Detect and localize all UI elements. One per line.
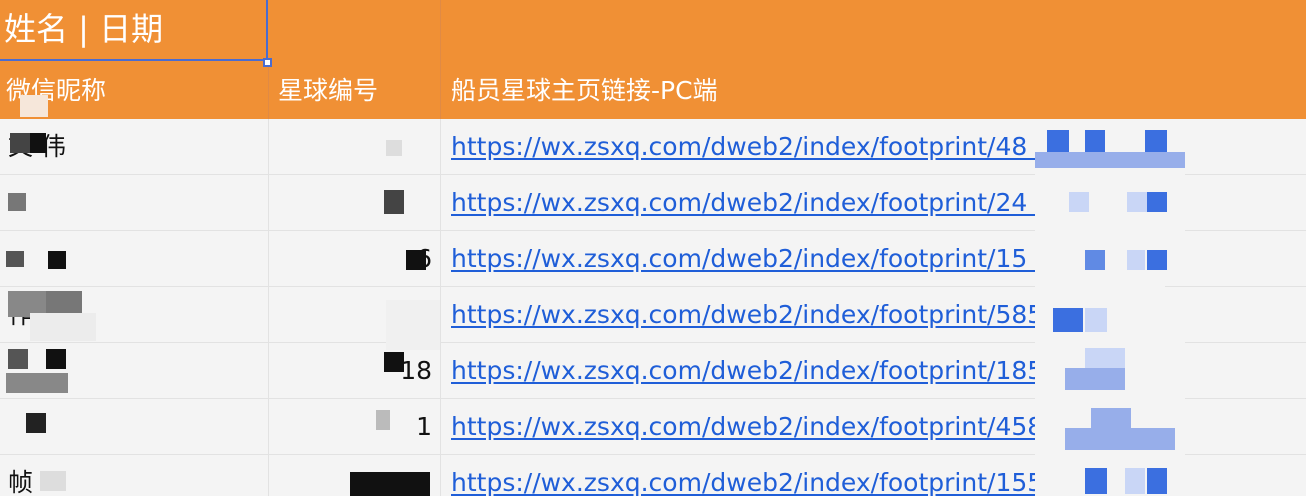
column-divider	[440, 0, 441, 63]
homepage-link[interactable]: https://wx.zsxq.com/dweb2/index/footprin…	[441, 287, 1306, 342]
column-divider	[268, 63, 269, 119]
number-cell[interactable]: 339	[269, 287, 440, 342]
header-planet-number[interactable]: 星球编号	[272, 63, 440, 119]
number-cell[interactable]: 1	[269, 399, 440, 454]
homepage-link[interactable]: https://wx.zsxq.com/dweb2/index/footprin…	[441, 175, 1306, 230]
table-body: 文 伟 1 1 https://wx.zsxq.com/dweb2/index/…	[0, 119, 1306, 496]
nickname-cell[interactable]: t	[0, 175, 268, 230]
number-cell[interactable]: 2	[269, 175, 440, 230]
nickname-cell[interactable]	[0, 343, 268, 398]
nickname-cell[interactable]	[0, 231, 268, 286]
column-divider	[440, 63, 441, 119]
table-row: 作矩阵 339 https://wx.zsxq.com/dweb2/index/…	[0, 287, 1306, 343]
homepage-link[interactable]: https://wx.zsxq.com/dweb2/index/footprin…	[441, 231, 1306, 286]
title-row: 姓名 | 日期	[0, 0, 1306, 64]
nickname-cell[interactable]: 帧	[0, 455, 268, 496]
table-row: 1 https://wx.zsxq.com/dweb2/index/footpr…	[0, 399, 1306, 455]
table-row: 帧 https://wx.zsxq.com/dweb2/index/footpr…	[0, 455, 1306, 496]
header-row: 微信昵称 星球编号 船员星球主页链接-PC端	[0, 63, 1306, 119]
nickname-cell[interactable]: 文 伟	[0, 119, 268, 174]
table-row: 6 https://wx.zsxq.com/dweb2/index/footpr…	[0, 231, 1306, 287]
title-cell[interactable]: 姓名 | 日期	[0, 0, 268, 61]
header-homepage-link[interactable]: 船员星球主页链接-PC端	[445, 63, 1306, 119]
nickname-cell[interactable]	[0, 399, 268, 454]
nickname-cell[interactable]: 作矩阵	[0, 287, 268, 342]
homepage-link[interactable]: https://wx.zsxq.com/dweb2/index/footprin…	[441, 455, 1306, 496]
homepage-link[interactable]: https://wx.zsxq.com/dweb2/index/footprin…	[441, 399, 1306, 454]
table-row: t 2 https://wx.zsxq.com/dweb2/index/foot…	[0, 175, 1306, 231]
number-cell[interactable]: 6	[269, 231, 440, 286]
spreadsheet: 姓名 | 日期 微信昵称 星球编号 船员星球主页链接-PC端 文 伟 1 1 h…	[0, 0, 1306, 496]
table-row: 18 https://wx.zsxq.com/dweb2/index/footp…	[0, 343, 1306, 399]
number-cell[interactable]: 1 1	[269, 119, 440, 174]
homepage-link[interactable]: https://wx.zsxq.com/dweb2/index/footprin…	[441, 343, 1306, 398]
number-cell[interactable]: 18	[269, 343, 440, 398]
homepage-link[interactable]: https://wx.zsxq.com/dweb2/index/footprin…	[441, 119, 1306, 174]
header-nickname[interactable]: 微信昵称	[0, 63, 268, 119]
table-row: 文 伟 1 1 https://wx.zsxq.com/dweb2/index/…	[0, 119, 1306, 175]
number-cell[interactable]	[269, 455, 440, 496]
selection-fill-handle[interactable]	[263, 58, 272, 67]
